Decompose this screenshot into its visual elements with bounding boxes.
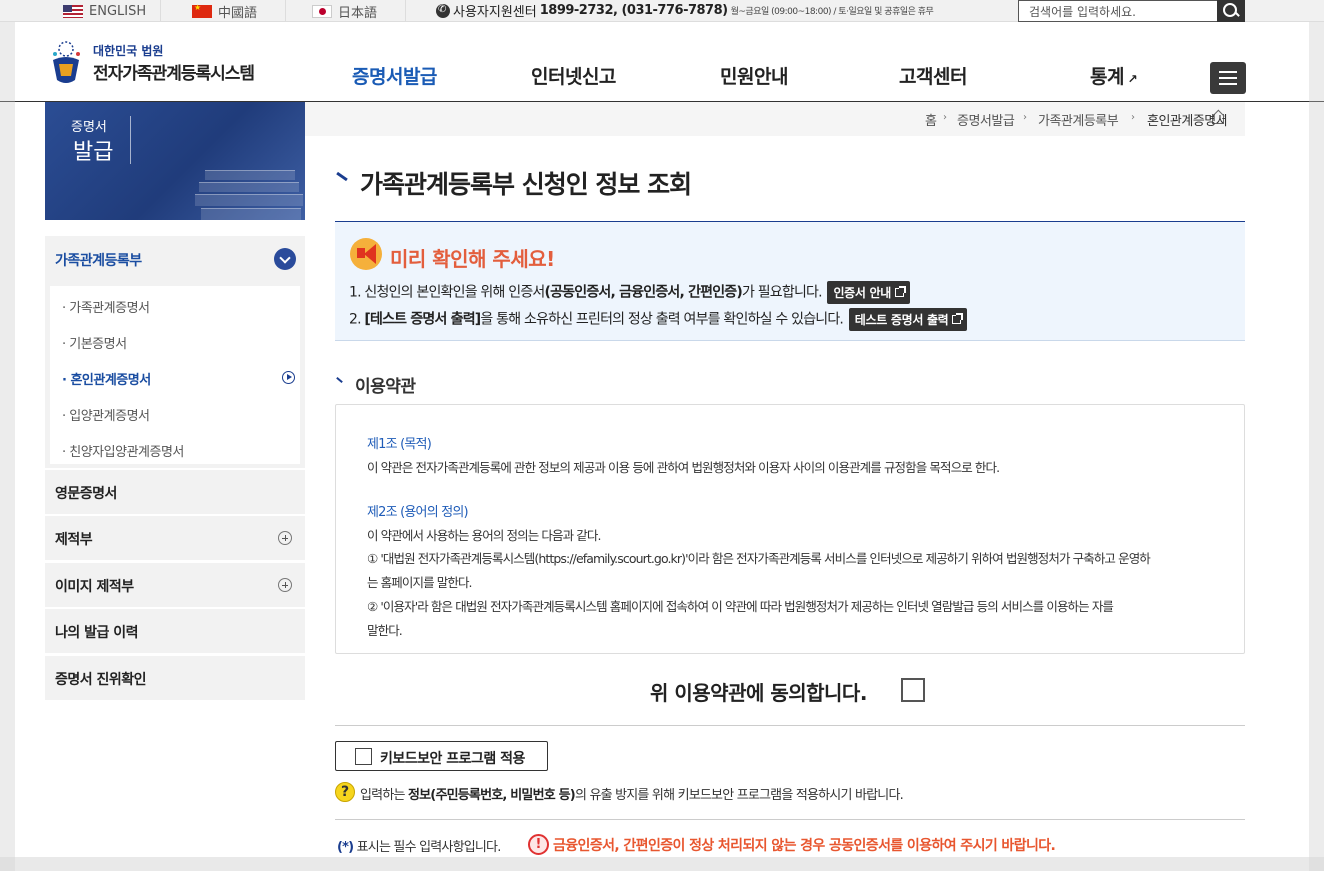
utility-bar: ENGLISH 中國語 日本語 사용자지원센터 1899-2732, (031-… [0, 0, 1324, 22]
terms-article-2-item-2: ② '이용자'라 함은 대법원 전자가족관계등록시스템 홈페이지에 접속하여 이… [367, 599, 1114, 614]
sidebar-submenu: · 가족관계증명서 · 기본증명서 · 혼인관계증명서 · 입양관계증명서 · … [45, 284, 305, 468]
sidebar-subitem-basic-cert[interactable]: · 기본증명서 [62, 333, 127, 352]
divider [160, 0, 161, 22]
external-link-icon: ↗ [1123, 72, 1138, 86]
megaphone-icon [350, 238, 382, 270]
divider [285, 0, 286, 22]
sidebar-item-removal-register[interactable]: 제적부 [45, 516, 305, 560]
search-button[interactable] [1217, 0, 1245, 22]
nav-civil-guide[interactable]: 민원안내 [720, 62, 788, 89]
keyboard-security-info: 입력하는 정보(주민등록번호, 비밀번호 등)의 유출 방지를 위해 키보드보안… [360, 788, 904, 803]
site-header: 대한민국 법원 전자가족관계등록시스템 증명서발급 인터넷신고 민원안내 고객센… [0, 22, 1324, 102]
terms-article-2-body: 이 약관에서 사용하는 용어의 정의는 다음과 같다. [367, 528, 601, 543]
sidebar-section-family-register[interactable]: 가족관계등록부 [45, 236, 305, 284]
sidebar-subitem-full-adoption-cert[interactable]: · 친양자입양관계증명서 [62, 441, 184, 460]
nav-internet-report[interactable]: 인터넷신고 [531, 62, 616, 89]
section-marker [336, 376, 343, 384]
cn-flag-icon [192, 3, 212, 18]
section-banner: 증명서 발급 [45, 102, 305, 220]
breadcrumb-home[interactable]: 홈 [925, 110, 937, 129]
notice-line-2: 2. [테스트 증명서 출력]을 통해 소유하신 프린터의 정상 출력 여부를 … [349, 308, 968, 331]
terms-article-2-item-1: ① '대법원 전자가족관계등록시스템(https://efamily.scour… [367, 551, 1151, 566]
breadcrumb-current: 혼인관계증명서 [1147, 114, 1228, 129]
sidebar-subitem-family-cert[interactable]: · 가족관계증명서 [62, 297, 150, 316]
search-box [1018, 0, 1245, 22]
keyboard-security-button[interactable]: 키보드보안 프로그램 적용 [335, 741, 548, 771]
page-title: 가족관계등록부 신청인 정보 조회 [360, 170, 692, 199]
divider [405, 0, 406, 22]
hamburger-icon [1219, 71, 1237, 73]
arrow-right-circle-icon [282, 371, 295, 384]
nav-certificate-issue[interactable]: 증명서발급 [352, 62, 437, 89]
agree-checkbox[interactable] [901, 678, 925, 702]
terms-article-2-item-2-cont: 말한다. [367, 623, 403, 638]
sidebar-subitem-adoption-cert[interactable]: · 입양관계증명서 [62, 405, 150, 424]
notice-box: 미리 확인해 주세요! 1. 신청인의 본인확인을 위해 인증서(공동인증서, … [335, 222, 1245, 341]
nav-customer-center[interactable]: 고객센터 [899, 62, 967, 89]
books-illustration [195, 162, 305, 220]
support-center-info: 사용자지원센터 1899-2732, (031-776-7878) 월~금요일 … [436, 1, 934, 20]
breadcrumb: 홈 › 증명서발급 › 가족관계등록부 › 혼인관계증명서 [305, 102, 1245, 136]
sidebar-item-my-history[interactable]: 나의 발급 이력 [45, 609, 305, 653]
phone-icon [436, 3, 450, 18]
notice-line-1: 1. 신청인의 본인확인을 위해 인증서(공동인증서, 금융인증서, 간편인증)… [349, 281, 911, 304]
sidebar-item-image-removal-register[interactable]: 이미지 제적부 [45, 563, 305, 607]
keyboard-security-checkbox[interactable] [355, 748, 372, 765]
notice-title: 미리 확인해 주세요! [390, 247, 555, 271]
nav-statistics[interactable]: 통계 ↗ [1090, 62, 1138, 89]
jp-flag-icon [312, 4, 332, 18]
required-note: (*) 표시는 필수 입력사항입니다. [337, 840, 501, 855]
search-input[interactable] [1019, 2, 1215, 22]
certificate-warning: 금융인증서, 간편인증이 정상 처리되지 않는 경우 공동인증서를 이용하여 주… [553, 838, 1056, 854]
certificate-guide-button[interactable]: 인증서 안내 [827, 281, 911, 304]
chevron-down-icon[interactable] [274, 248, 296, 270]
sidebar-item-english-cert[interactable]: 영문증명서 [45, 470, 305, 514]
lang-japanese-link[interactable]: 日本語 [312, 0, 377, 22]
agree-label: 위 이용약관에 동의합니다. [650, 681, 867, 705]
plus-circle-icon [278, 531, 292, 545]
breadcrumb-family-register[interactable]: 가족관계등록부 [1038, 110, 1119, 129]
terms-article-2-title: 제2조 (용어의 정의) [367, 505, 469, 520]
title-marker [336, 171, 348, 182]
test-print-button[interactable]: 테스트 증명서 출력 [848, 308, 968, 331]
full-menu-button[interactable] [1210, 62, 1246, 94]
lang-chinese-link[interactable]: 中國語 [192, 0, 257, 22]
site-logo[interactable]: 대한민국 법원 전자가족관계등록시스템 [45, 40, 255, 86]
breadcrumb-cert-issue[interactable]: 증명서발급 [957, 110, 1015, 129]
terms-box[interactable]: 제1조 (목적) 이 약관은 전자가족관계등록에 관한 정보의 제공과 이용 등… [335, 404, 1245, 654]
alert-icon: ! [528, 834, 549, 855]
terms-article-2-item-1-cont: 는 홈페이지를 말한다. [367, 575, 473, 590]
external-link-icon [895, 286, 907, 297]
lang-english-link[interactable]: ENGLISH [63, 0, 146, 22]
plus-circle-icon [278, 578, 292, 592]
terms-section-title: 이용약관 [355, 377, 416, 397]
sidebar-subitem-marriage-cert[interactable]: · 혼인관계증명서 [62, 369, 151, 388]
court-logo-icon [53, 41, 80, 83]
terms-article-1-title: 제1조 (목적) [367, 437, 432, 452]
question-icon: ? [335, 782, 355, 802]
terms-article-1-body: 이 약관은 전자가족관계등록에 관한 정보의 제공과 이용 등에 관하여 법원행… [367, 460, 1000, 475]
us-flag-icon [63, 4, 83, 18]
external-link-icon [952, 313, 964, 324]
sidebar-item-verify-cert[interactable]: 증명서 진위확인 [45, 656, 305, 700]
